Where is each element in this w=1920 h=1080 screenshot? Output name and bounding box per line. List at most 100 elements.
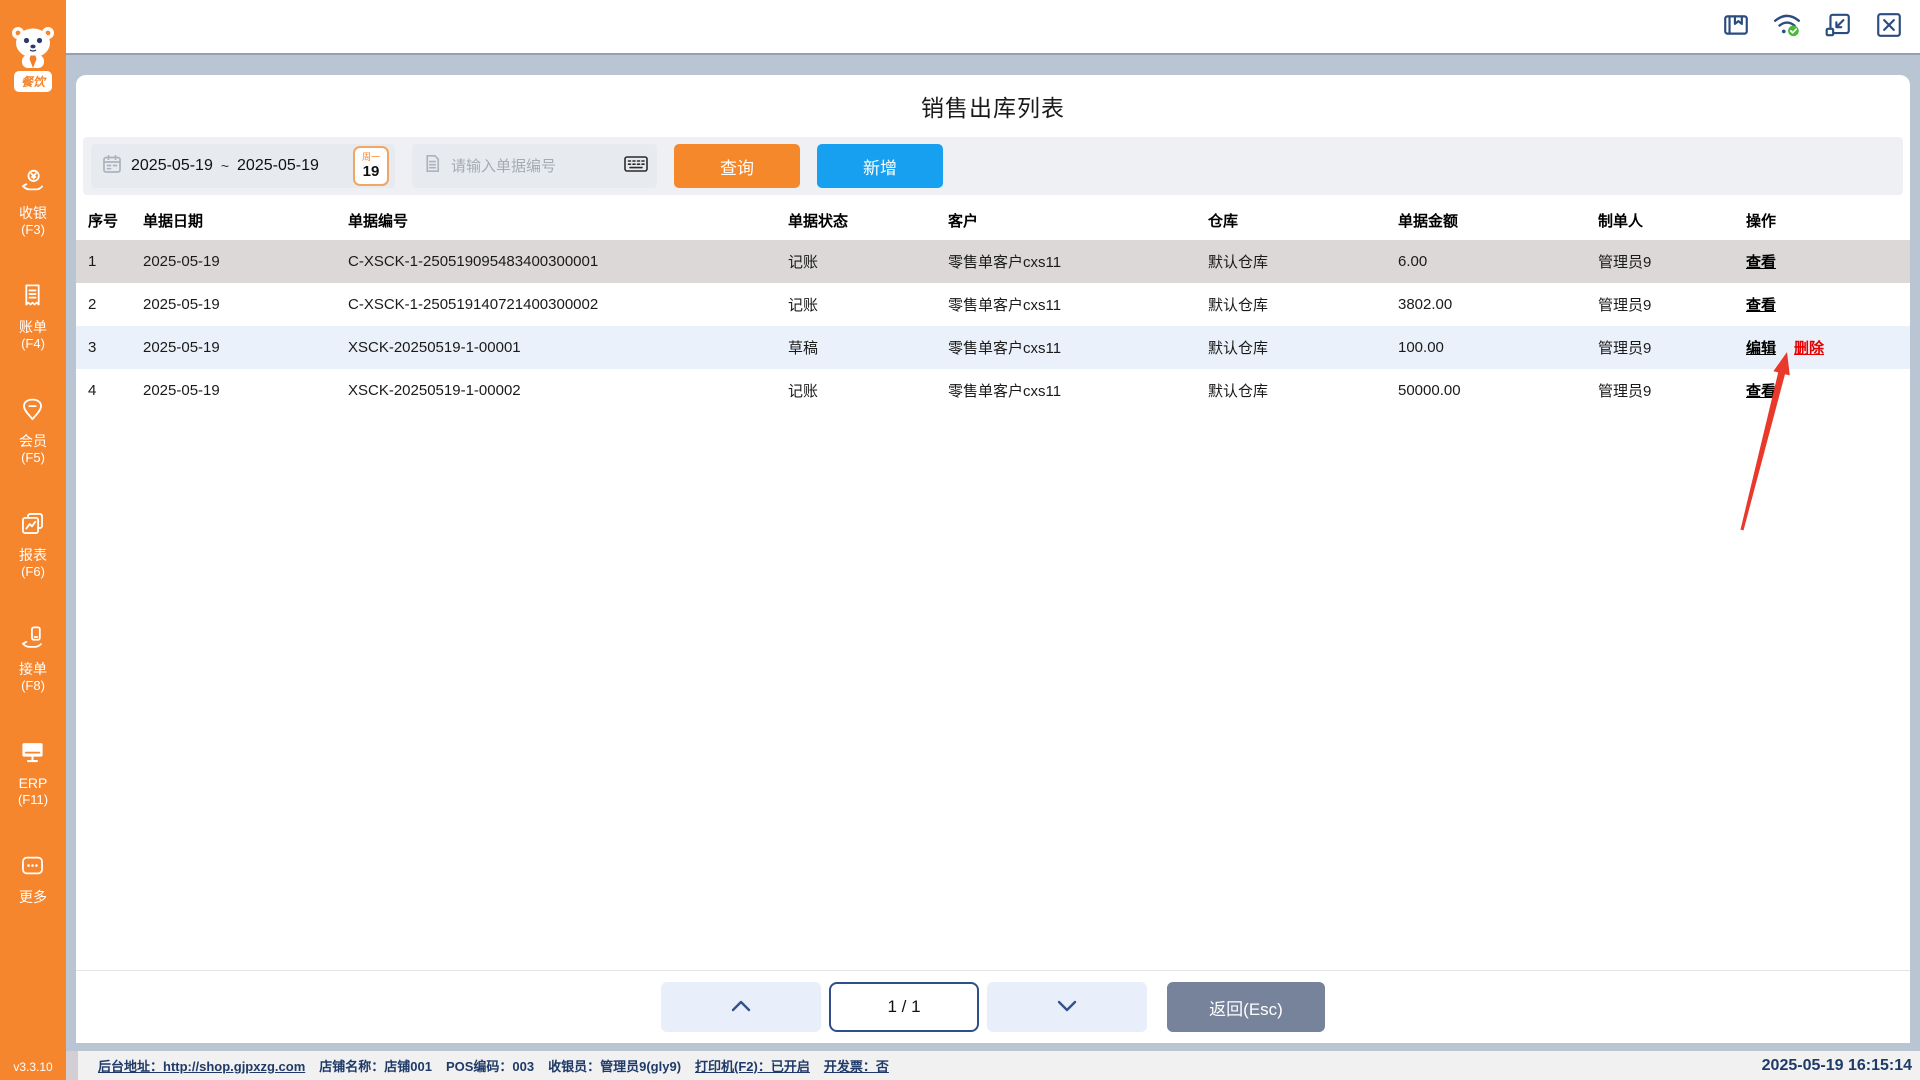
calendar-day-number: 19 bbox=[362, 163, 380, 180]
sales-outbound-panel: 销售出库列表 2025-05-19 ~ 2025-05-19 周一 19 请输入… bbox=[76, 75, 1910, 1043]
close-button[interactable] bbox=[1874, 12, 1904, 42]
statusbar-datetime: 2025-05-19 16:15:14 bbox=[1761, 1056, 1912, 1074]
cell-status: 草稿 bbox=[788, 340, 819, 357]
member-icon bbox=[19, 396, 46, 428]
search-input[interactable] bbox=[451, 157, 615, 175]
cell-status: 记账 bbox=[788, 254, 819, 271]
view-link[interactable]: 查看 bbox=[1746, 383, 1776, 400]
calendar-day-widget[interactable]: 周一 19 bbox=[353, 146, 389, 186]
cell-customer: 零售单客户cxs11 bbox=[948, 383, 1062, 400]
delete-link[interactable]: 删除 bbox=[1794, 340, 1824, 357]
cell-customer: 零售单客户cxs11 bbox=[948, 254, 1062, 271]
chevron-up-icon bbox=[731, 1000, 751, 1015]
pos-code-label: POS编码：003 bbox=[445, 1059, 535, 1074]
edit-link[interactable]: 编辑 bbox=[1746, 340, 1776, 357]
date-to-value: 2025-05-19 bbox=[237, 157, 319, 174]
invoice-toggle-link[interactable]: 开发票：否 bbox=[824, 1056, 889, 1075]
keyboard-icon[interactable] bbox=[623, 153, 649, 180]
sidebar-item-hotkey: (F5) bbox=[21, 450, 45, 465]
cell-creator: 管理员9 bbox=[1598, 340, 1652, 357]
report-icon bbox=[19, 510, 46, 542]
sidebar-item-orders[interactable]: 接单 (F8) bbox=[19, 624, 47, 694]
network-icon bbox=[1772, 11, 1802, 42]
sidebar-item-members[interactable]: 会员 (F5) bbox=[19, 396, 47, 466]
sidebar-item-label: 报表 bbox=[18, 547, 47, 563]
page-indicator: 1 / 1 bbox=[829, 982, 979, 1032]
app-version: v3.3.10 bbox=[13, 1060, 53, 1074]
cell-amount: 100.00 bbox=[1398, 339, 1444, 356]
cell-amount: 50000.00 bbox=[1398, 382, 1461, 399]
sidebar-item-label: 收银 bbox=[18, 205, 47, 221]
page-down-button[interactable] bbox=[987, 982, 1147, 1032]
network-status-button[interactable] bbox=[1772, 12, 1802, 42]
page-up-button[interactable] bbox=[661, 982, 821, 1032]
cell-seq: 2 bbox=[88, 296, 97, 313]
cell-seq: 4 bbox=[88, 382, 97, 399]
cell-creator: 管理员9 bbox=[1598, 254, 1652, 271]
page-title: 销售出库列表 bbox=[921, 95, 1065, 121]
cell-amount: 6.00 bbox=[1398, 253, 1428, 270]
document-icon bbox=[422, 153, 443, 179]
date-range-separator: ~ bbox=[220, 158, 230, 174]
brand-label: 餐饮 bbox=[13, 71, 52, 92]
sales-outbound-table: 序号 单据日期 单据编号 单据状态 客户 仓库 单据金额 制单人 操作 1 20… bbox=[76, 199, 1910, 412]
document-search-box bbox=[412, 144, 657, 188]
col-actions: 操作 bbox=[1746, 213, 1777, 230]
sidebar-item-cashier[interactable]: 收银 (F3) bbox=[19, 168, 47, 238]
sidebar-item-hotkey: (F3) bbox=[21, 222, 45, 237]
col-doc-no: 单据编号 bbox=[348, 213, 409, 230]
more-icon bbox=[19, 852, 46, 884]
cell-status: 记账 bbox=[788, 383, 819, 400]
cell-date: 2025-05-19 bbox=[143, 339, 220, 356]
cell-doc-no: C-XSCK-1-250519140721400300002 bbox=[348, 296, 599, 313]
shop-name-label: 店铺名称：店铺001 bbox=[319, 1059, 432, 1074]
query-button[interactable]: 查询 bbox=[674, 144, 800, 188]
sidebar-item-more[interactable]: 更多 bbox=[19, 852, 47, 906]
sidebar-nav: 收银 (F3) 账单 (F4) 会员 (F5) 报表 (F6) 接单 (F8) … bbox=[18, 168, 48, 906]
sidebar-item-label: 会员 bbox=[18, 433, 47, 449]
cell-doc-no: C-XSCK-1-250519095483400300001 bbox=[348, 253, 599, 270]
statusbar-divider bbox=[66, 1051, 78, 1080]
col-customer: 客户 bbox=[948, 213, 979, 230]
sidebar-item-bills[interactable]: 账单 (F4) bbox=[19, 282, 47, 352]
sidebar-item-erp[interactable]: ERP (F11) bbox=[18, 738, 48, 808]
sidebar-item-hotkey: (F11) bbox=[17, 792, 49, 807]
col-status: 单据状态 bbox=[788, 213, 849, 230]
view-link[interactable]: 查看 bbox=[1746, 297, 1776, 314]
date-range-picker[interactable]: 2025-05-19 ~ 2025-05-19 周一 19 bbox=[91, 144, 395, 188]
titlebar bbox=[66, 0, 1920, 55]
manual-icon bbox=[1722, 11, 1750, 42]
view-link[interactable]: 查看 bbox=[1746, 254, 1776, 271]
backend-address-link[interactable]: 后台地址：http://shop.gjpxzg.com bbox=[98, 1056, 305, 1075]
cell-doc-no: XSCK-20250519-1-00001 bbox=[348, 339, 521, 356]
bear-mascot-icon bbox=[8, 24, 58, 75]
cell-doc-no: XSCK-20250519-1-00002 bbox=[348, 382, 521, 399]
cell-date: 2025-05-19 bbox=[143, 253, 220, 270]
app-window: 餐饮 收银 (F3) 账单 (F4) 会员 (F5) 报表 (F6) 接单 (F… bbox=[0, 0, 1920, 1080]
cell-amount: 3802.00 bbox=[1398, 296, 1453, 313]
cell-warehouse: 默认仓库 bbox=[1208, 297, 1269, 314]
sidebar: 餐饮 收银 (F3) 账单 (F4) 会员 (F5) 报表 (F6) 接单 (F… bbox=[0, 0, 66, 1080]
status-bar: 后台地址：http://shop.gjpxzg.com 店铺名称：店铺001 P… bbox=[66, 1051, 1920, 1080]
bill-icon bbox=[19, 282, 46, 314]
add-button[interactable]: 新增 bbox=[817, 144, 943, 188]
manual-button[interactable] bbox=[1721, 12, 1751, 42]
cell-customer: 零售单客户cxs11 bbox=[948, 340, 1062, 357]
calendar-weekday: 周一 bbox=[361, 152, 380, 162]
back-button[interactable]: 返回(Esc) bbox=[1167, 982, 1325, 1032]
cell-creator: 管理员9 bbox=[1598, 383, 1652, 400]
table-row[interactable]: 4 2025-05-19 XSCK-20250519-1-00002 记账 零售… bbox=[76, 369, 1910, 412]
minimize-restore-button[interactable] bbox=[1823, 12, 1853, 42]
cell-seq: 1 bbox=[88, 253, 97, 270]
sidebar-item-reports[interactable]: 报表 (F6) bbox=[19, 510, 47, 580]
pagination-bar: 1 / 1 返回(Esc) bbox=[76, 971, 1910, 1043]
table-row[interactable]: 1 2025-05-19 C-XSCK-1-250519095483400300… bbox=[76, 240, 1910, 283]
table-row[interactable]: 3 2025-05-19 XSCK-20250519-1-00001 草稿 零售… bbox=[76, 326, 1910, 369]
sidebar-item-label: 账单 bbox=[18, 319, 47, 335]
app-logo: 餐饮 bbox=[8, 24, 58, 92]
printer-toggle-link[interactable]: 打印机(F2)：已开启 bbox=[695, 1056, 810, 1075]
col-date: 单据日期 bbox=[143, 213, 204, 230]
table-row[interactable]: 2 2025-05-19 C-XSCK-1-250519140721400300… bbox=[76, 283, 1910, 326]
main-area: 销售出库列表 2025-05-19 ~ 2025-05-19 周一 19 请输入… bbox=[66, 0, 1920, 1080]
cashier-icon bbox=[19, 168, 46, 200]
